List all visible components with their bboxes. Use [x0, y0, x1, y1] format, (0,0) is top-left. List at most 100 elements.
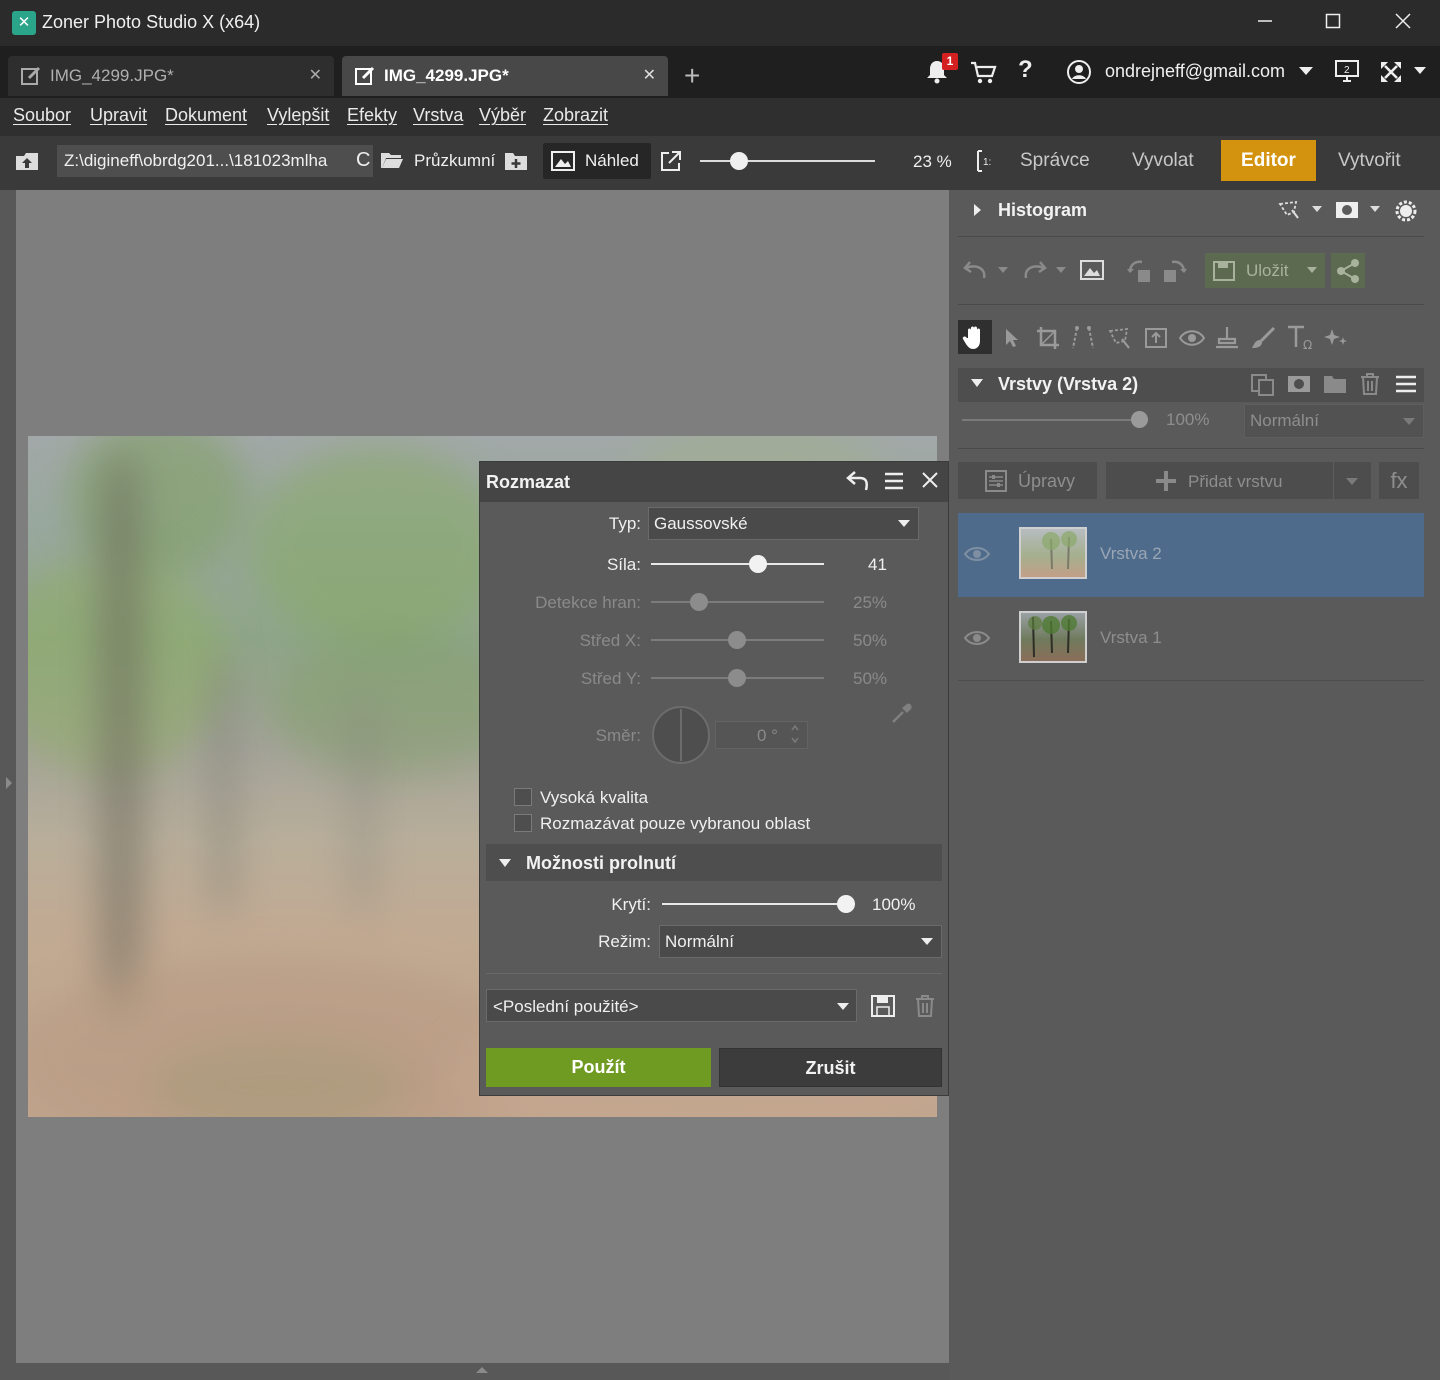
chevron-down-icon[interactable] — [498, 858, 512, 868]
close-window-button[interactable] — [1368, 0, 1438, 46]
crop-tool-icon[interactable] — [1035, 325, 1061, 351]
edge-detection-slider[interactable] — [651, 601, 824, 603]
center-x-thumb[interactable] — [728, 631, 746, 649]
red-eye-tool-icon[interactable] — [1178, 326, 1206, 350]
transform-tool-icon[interactable] — [1143, 325, 1169, 351]
open-folder-icon[interactable] — [380, 150, 404, 170]
spinner-arrows-icon[interactable] — [790, 723, 800, 745]
edge-detection-thumb[interactable] — [690, 593, 708, 611]
fit-to-screen-icon[interactable]: 1: — [976, 149, 994, 173]
mode-vytvorit[interactable]: Vytvořit — [1338, 150, 1401, 172]
delete-preset-icon[interactable] — [914, 994, 936, 1018]
monitor-icon[interactable]: 2 — [1334, 59, 1360, 83]
chevron-right-icon[interactable] — [972, 203, 982, 217]
opacity-slider-thumb[interactable] — [837, 895, 855, 913]
chevron-down-icon[interactable] — [1413, 66, 1427, 75]
close-icon[interactable] — [920, 470, 940, 490]
eye-icon[interactable] — [964, 629, 990, 647]
menu-vylepsit[interactable]: Vylepšit — [267, 105, 329, 126]
eyedropper-icon[interactable] — [889, 700, 915, 726]
layer-opacity-thumb[interactable] — [1131, 411, 1148, 428]
add-tab-button[interactable]: + — [684, 60, 700, 92]
menu-efekty[interactable]: Efekty — [347, 105, 397, 126]
selection-shape-icon[interactable] — [1278, 200, 1300, 220]
pointer-tool-icon[interactable] — [1002, 327, 1022, 349]
trash-icon[interactable] — [1359, 372, 1381, 396]
layer-mask-icon[interactable] — [1286, 373, 1312, 395]
reset-icon[interactable] — [846, 470, 870, 492]
original-image-icon[interactable] — [1079, 258, 1105, 282]
brush-tool-icon[interactable] — [1250, 325, 1278, 351]
mode-editor[interactable]: Editor — [1221, 140, 1316, 181]
chevron-down-icon[interactable] — [920, 937, 934, 946]
redo-icon[interactable] — [1020, 258, 1048, 282]
layer-effects-button[interactable]: fx — [1379, 462, 1419, 499]
menu-zobrazit[interactable]: Zobrazit — [543, 105, 608, 126]
strength-slider-thumb[interactable] — [749, 555, 767, 573]
maximize-button[interactable] — [1298, 0, 1368, 46]
chevron-down-icon[interactable] — [1345, 477, 1359, 486]
text-tool-icon[interactable]: Ω — [1286, 323, 1316, 351]
refresh-icon[interactable]: C — [356, 149, 370, 172]
chevron-down-icon[interactable] — [1402, 417, 1416, 426]
eye-icon[interactable] — [964, 545, 990, 563]
browser-label[interactable]: Průzkumní — [414, 151, 495, 171]
chevron-down-icon[interactable] — [1311, 205, 1323, 213]
layer-row-selected[interactable]: Vrstva 2 — [958, 513, 1424, 597]
strength-slider[interactable] — [651, 563, 824, 565]
add-folder-icon[interactable] — [504, 150, 528, 172]
hamburger-menu-icon[interactable] — [884, 471, 904, 491]
chevron-down-icon[interactable] — [997, 266, 1009, 274]
selection-tool-icon[interactable] — [1107, 325, 1133, 351]
center-y-thumb[interactable] — [728, 669, 746, 687]
menu-soubor[interactable]: Soubor — [13, 105, 71, 126]
duplicate-layer-icon[interactable] — [1250, 373, 1276, 397]
cart-icon[interactable] — [970, 60, 998, 86]
user-avatar-icon[interactable] — [1066, 59, 1092, 85]
collapse-bottom-icon[interactable] — [474, 1365, 490, 1375]
chevron-down-icon[interactable] — [1369, 205, 1381, 213]
layer-opacity-slider[interactable] — [962, 419, 1138, 421]
mode-spravce[interactable]: Správce — [1020, 150, 1090, 172]
menu-vyber[interactable]: Výběr — [479, 105, 526, 126]
collapse-left-icon[interactable] — [4, 775, 14, 791]
direction-dial[interactable] — [651, 705, 711, 765]
mask-icon[interactable] — [1334, 199, 1360, 221]
selection-only-checkbox[interactable] — [514, 814, 532, 832]
straighten-tool-icon[interactable] — [1069, 325, 1097, 351]
mode-vyvolat[interactable]: Vyvolat — [1132, 150, 1194, 172]
share-button[interactable] — [1331, 253, 1365, 288]
zoom-slider-thumb[interactable] — [730, 152, 748, 170]
save-preset-icon[interactable] — [870, 994, 896, 1018]
menu-dokument[interactable]: Dokument — [165, 105, 247, 126]
layer-row[interactable]: Vrstva 1 — [958, 597, 1424, 681]
menu-vrstva[interactable]: Vrstva — [413, 105, 463, 126]
chevron-down-icon[interactable] — [836, 1002, 850, 1011]
chevron-down-icon[interactable] — [1298, 66, 1314, 76]
up-folder-icon[interactable] — [14, 150, 40, 172]
chevron-down-icon[interactable] — [970, 378, 984, 388]
chevron-down-icon[interactable] — [1306, 266, 1318, 274]
opacity-slider[interactable] — [662, 903, 855, 905]
high-quality-checkbox[interactable] — [514, 788, 532, 806]
gear-icon[interactable] — [1393, 198, 1419, 224]
document-tab[interactable]: IMG_4299.JPG* ✕ — [8, 56, 334, 96]
fullscreen-icon[interactable] — [1378, 59, 1404, 85]
chevron-down-icon[interactable] — [897, 519, 911, 528]
effects-tool-icon[interactable] — [1324, 325, 1350, 351]
close-tab-icon[interactable]: ✕ — [643, 65, 656, 85]
hand-tool-icon[interactable] — [958, 320, 992, 354]
close-tab-icon[interactable]: ✕ — [309, 65, 322, 85]
document-tab-active[interactable]: IMG_4299.JPG* ✕ — [342, 56, 668, 96]
menu-upravit[interactable]: Upravit — [90, 105, 147, 126]
help-button[interactable]: ? — [1018, 56, 1033, 84]
chevron-down-icon[interactable] — [1055, 266, 1067, 274]
minimize-button[interactable] — [1230, 0, 1300, 46]
folder-icon[interactable] — [1322, 373, 1348, 395]
hamburger-menu-icon[interactable] — [1395, 374, 1417, 394]
clone-stamp-icon[interactable] — [1213, 325, 1241, 351]
zoom-slider-track[interactable] — [700, 160, 875, 162]
cancel-button[interactable]: Zrušit — [719, 1048, 942, 1087]
rotate-right-icon[interactable] — [1160, 258, 1188, 284]
apply-button[interactable]: Použít — [486, 1048, 711, 1087]
